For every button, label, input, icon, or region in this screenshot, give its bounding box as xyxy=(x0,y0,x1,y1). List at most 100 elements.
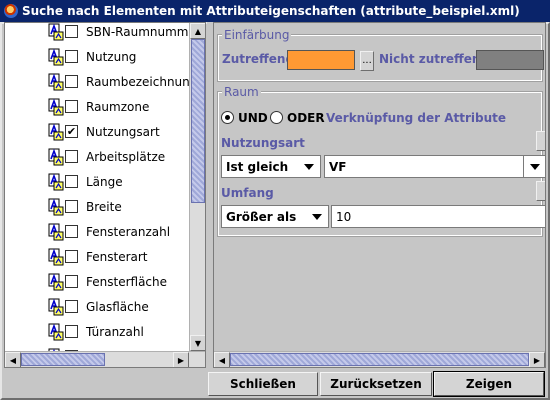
attribute-icon xyxy=(45,247,67,267)
tree-item[interactable]: Raumzone xyxy=(5,94,189,119)
nutzungsart-operator-select[interactable]: Ist gleich xyxy=(221,155,321,178)
zutreffend-label: Zutreffend xyxy=(222,52,295,66)
tree-item-checkbox[interactable] xyxy=(65,275,78,288)
tree-item-checkbox[interactable] xyxy=(65,250,78,263)
attribute-icon xyxy=(45,122,67,142)
attribute-icon xyxy=(45,23,67,42)
tree-item-checkbox[interactable] xyxy=(65,225,78,238)
show-button[interactable]: Zeigen xyxy=(433,371,545,397)
tree-item-checkbox[interactable] xyxy=(65,175,78,188)
choose-color-button[interactable]: ... xyxy=(360,51,374,71)
nutzungsart-value: VF xyxy=(329,159,347,174)
tree-item-label: Raumbezeichnung xyxy=(86,74,189,89)
tree-item-label: Fensterart xyxy=(86,249,148,264)
tree-item-checkbox[interactable] xyxy=(65,325,78,338)
tree-horizontal-scrollbar[interactable]: ◀ ▶ xyxy=(5,351,205,367)
tree-item-checkbox[interactable] xyxy=(65,150,78,163)
nutzungsart-operator-value: Ist gleich xyxy=(226,159,289,174)
chevron-down-icon[interactable] xyxy=(298,156,320,177)
tree-item[interactable]: Breite xyxy=(5,194,189,219)
tree-vertical-scroll-thumb[interactable] xyxy=(191,39,205,203)
nutzungsart-remove-button[interactable] xyxy=(536,131,545,151)
criteria-pane: Einfärbung Zutreffend ... Nicht zutreffe… xyxy=(213,22,546,368)
tree-item-label: Fensterfläche xyxy=(86,274,168,289)
tree-item-label: Raumzone xyxy=(86,99,150,114)
attribute-tree: SBN-Raumnummer Nutzung Raumbezeichnung Raum… xyxy=(5,23,189,351)
java-cup-icon xyxy=(4,4,18,18)
nutzungsart-value-select[interactable]: VF xyxy=(324,155,545,178)
tree-item-checkbox[interactable] xyxy=(65,300,78,313)
tree-item-label: Breite xyxy=(86,199,122,214)
tree-item[interactable]: SBN-Raumnummer xyxy=(5,23,189,44)
tree-item[interactable]: Raumbezeichnung xyxy=(5,69,189,94)
attribute-icon xyxy=(45,172,67,192)
und-label: UND xyxy=(238,111,268,125)
tree-item-label: Glasfläche xyxy=(86,299,149,314)
tree-item[interactable]: Arbeitsplätze xyxy=(5,144,189,169)
tree-item[interactable]: Türfläche xyxy=(5,344,189,351)
criteria-horizontal-scroll-thumb[interactable] xyxy=(230,353,529,366)
umfang-operator-value: Größer als xyxy=(226,209,297,224)
tree-item[interactable]: Fensterfläche xyxy=(5,269,189,294)
tree-item-label: SBN-Raumnummer xyxy=(86,24,189,39)
tree-item-label: Arbeitsplätze xyxy=(86,149,166,164)
tree-item[interactable]: Türanzahl xyxy=(5,319,189,344)
attribute-icon xyxy=(45,72,67,92)
umfang-label: Umfang xyxy=(221,186,274,200)
raum-title: Raum xyxy=(222,85,261,99)
attribute-icon xyxy=(45,197,67,217)
window-title: Suche nach Elementen mit Attributeigensc… xyxy=(22,4,520,18)
attribute-icon xyxy=(45,47,67,67)
scroll-right-button[interactable]: ▶ xyxy=(529,352,545,367)
nutzungsart-label: Nutzungsart xyxy=(221,136,305,150)
tree-item-label: Nutzung xyxy=(86,49,137,64)
tree-item[interactable]: Nutzung xyxy=(5,44,189,69)
scroll-down-button[interactable]: ▼ xyxy=(190,335,205,351)
scroll-up-button[interactable]: ▲ xyxy=(190,23,205,39)
chevron-down-icon[interactable] xyxy=(306,206,328,227)
oder-radio[interactable] xyxy=(270,111,283,124)
scroll-left-button[interactable]: ◀ xyxy=(5,352,21,367)
tree-item-label: Fensteranzahl xyxy=(86,224,171,239)
tree-item-checkbox[interactable] xyxy=(65,25,78,38)
tree-horizontal-scroll-thumb[interactable] xyxy=(21,353,105,366)
tree-item-checkbox[interactable] xyxy=(65,50,78,63)
chevron-down-icon[interactable] xyxy=(523,156,545,177)
reset-button[interactable]: Zurücksetzen xyxy=(320,372,432,396)
scroll-left-button[interactable]: ◀ xyxy=(214,352,230,367)
nicht-zutreffend-label: Nicht zutreffend xyxy=(379,52,490,66)
attribute-icon xyxy=(45,297,67,317)
tree-item[interactable]: Fensteranzahl xyxy=(5,219,189,244)
zutreffend-color-swatch[interactable] xyxy=(287,50,355,70)
tree-item[interactable]: Glasfläche xyxy=(5,294,189,319)
tree-item[interactable]: ✔ Nutzungsart xyxy=(5,119,189,144)
verknuepfung-label: Verknüpfung der Attribute xyxy=(326,111,507,125)
umfang-operator-select[interactable]: Größer als xyxy=(221,205,329,228)
umfang-value-input[interactable]: 10 xyxy=(331,205,545,228)
attribute-icon xyxy=(45,147,67,167)
tree-item-label: Nutzungsart xyxy=(86,124,160,139)
attribute-icon xyxy=(45,97,67,117)
criteria-horizontal-scrollbar[interactable]: ◀ ▶ xyxy=(214,351,545,367)
attribute-icon xyxy=(45,322,67,342)
tree-item-label: Länge xyxy=(86,174,123,189)
tree-item-checkbox[interactable] xyxy=(65,75,78,88)
nicht-zutreffend-color-swatch[interactable] xyxy=(476,50,544,70)
tree-item-checkbox[interactable]: ✔ xyxy=(65,125,78,138)
scroll-right-button[interactable]: ▶ xyxy=(173,352,189,367)
tree-vertical-scrollbar[interactable]: ▲ ▼ xyxy=(189,23,205,351)
umfang-remove-button[interactable] xyxy=(536,181,545,201)
attribute-icon xyxy=(45,222,67,242)
oder-label: ODER xyxy=(287,111,325,125)
tree-item[interactable]: Fensterart xyxy=(5,244,189,269)
attribute-tree-pane: SBN-Raumnummer Nutzung Raumbezeichnung Raum… xyxy=(4,22,206,368)
faerbung-title: Einfärbung xyxy=(222,28,292,42)
attribute-icon xyxy=(45,272,67,292)
title-bar: Suche nach Elementen mit Attributeigensc… xyxy=(0,0,550,22)
tree-item-checkbox[interactable] xyxy=(65,200,78,213)
tree-item-label: Türanzahl xyxy=(86,324,144,339)
und-radio[interactable] xyxy=(221,111,234,124)
tree-item[interactable]: Länge xyxy=(5,169,189,194)
close-button[interactable]: Schließen xyxy=(208,372,318,396)
tree-item-checkbox[interactable] xyxy=(65,100,78,113)
